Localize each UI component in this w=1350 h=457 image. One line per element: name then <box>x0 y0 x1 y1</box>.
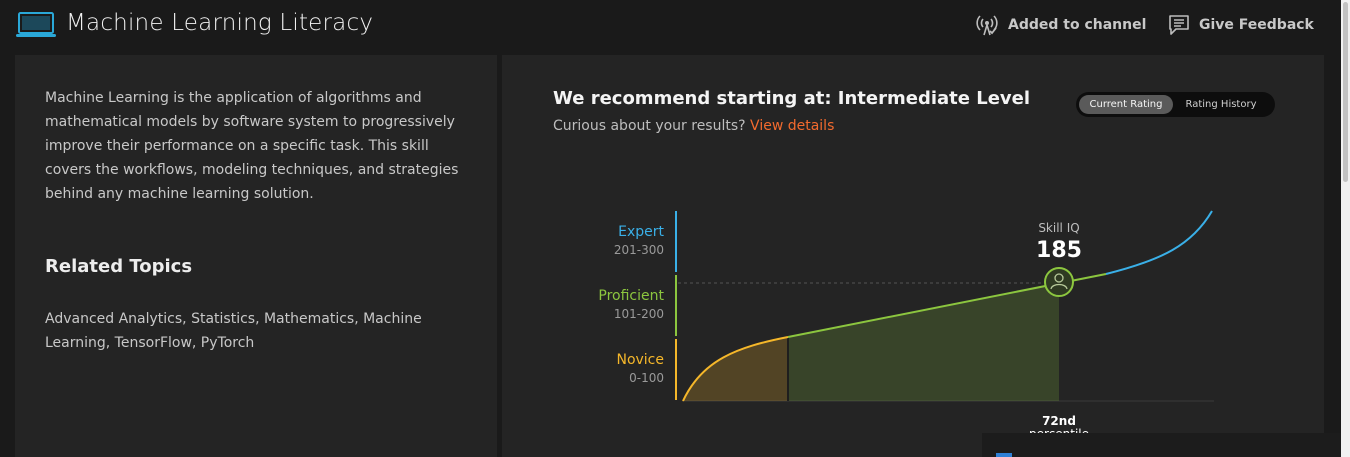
percentile-value: 72nd <box>1042 414 1076 428</box>
added-to-channel-label: Added to channel <box>1008 17 1147 33</box>
header: Machine Learning Literacy Added to chann… <box>0 0 1340 52</box>
feedback-icon <box>1169 15 1189 35</box>
skill-description-panel: Machine Learning is the application of a… <box>15 55 497 457</box>
expert-level-label: Expert <box>618 224 664 240</box>
related-topics-heading: Related Topics <box>45 256 193 277</box>
overlay-accent <box>996 453 1012 457</box>
give-feedback-label: Give Feedback <box>1199 17 1314 33</box>
proficient-level-range: 101-200 <box>614 307 664 321</box>
broadcast-icon <box>976 15 998 36</box>
expert-curve <box>1105 210 1213 275</box>
proficient-level-label: Proficient <box>598 288 664 304</box>
page: Machine Learning Literacy Added to chann… <box>0 0 1350 457</box>
skill-iq-label: Skill IQ <box>1038 221 1079 235</box>
laptop-icon <box>16 12 56 37</box>
give-feedback-button[interactable]: Give Feedback <box>1168 14 1314 36</box>
skill-iq-chart: Expert 201-300 Proficient 101-200 Novice… <box>598 210 1214 441</box>
skill-description: Machine Learning is the application of a… <box>45 90 459 202</box>
novice-area <box>683 337 788 401</box>
page-title: Machine Learning Literacy <box>66 10 374 36</box>
novice-level-label: Novice <box>616 352 664 368</box>
scrollbar-thumb[interactable] <box>1343 2 1348 182</box>
skill-rating-panel: We recommend starting at: Intermediate L… <box>502 55 1324 457</box>
skill-iq-score: 185 <box>1036 238 1082 263</box>
expert-level-range: 201-300 <box>614 243 664 257</box>
bottom-overlay <box>982 433 1346 457</box>
related-topics-list: Advanced Analytics, Statistics, Mathemat… <box>45 311 422 351</box>
proficient-area <box>789 283 1059 401</box>
added-to-channel-button[interactable]: Added to channel <box>975 14 1146 36</box>
novice-level-range: 0-100 <box>629 371 664 385</box>
